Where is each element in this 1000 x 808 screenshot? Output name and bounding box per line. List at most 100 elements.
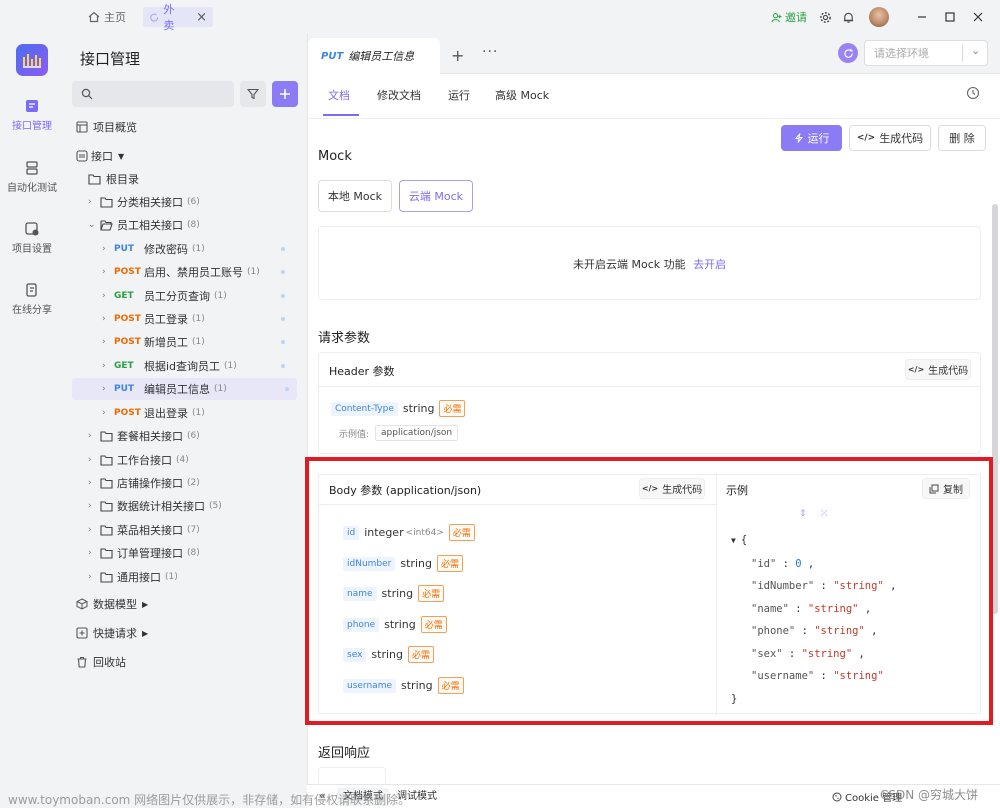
sidebar-item-root[interactable]: 根目录 — [88, 168, 139, 190]
header-params-panel: Header 参数 </> 生成代码 Content-Type string 必… — [318, 352, 981, 454]
tab-waimai[interactable]: 外卖 × — [143, 3, 213, 32]
minimize-icon[interactable] — [912, 7, 932, 27]
chevron-right-icon: › — [102, 244, 106, 254]
chevron-right-icon: › — [102, 361, 106, 371]
chevron-down-icon: ⌄ — [88, 220, 96, 230]
home-icon — [88, 11, 100, 23]
folder-row[interactable]: › 分类相关接口 (6) — [88, 191, 200, 213]
folder-row[interactable]: › 套餐相关接口 (6) — [88, 425, 200, 447]
folder-row[interactable]: › 店铺操作接口 (2) — [88, 472, 200, 494]
rail-item-label: 项目设置 — [12, 244, 52, 255]
overview-icon — [76, 121, 88, 133]
rail-item-api[interactable]: 接口管理 — [0, 98, 64, 132]
status-dot — [281, 270, 285, 274]
tab-home-label: 主页 — [104, 11, 126, 24]
sidebar: 接口管理 项目概览 接口 ▼ 根目录 › 分类相关接口 (6) ⌄ 员工相关接口(… — [64, 34, 307, 808]
folder-icon — [100, 430, 113, 442]
folder-row[interactable]: › 数据统计相关接口 (5) — [88, 495, 222, 517]
folder-icon — [100, 477, 113, 489]
endpoint-row[interactable]: › PUT 修改密码 (1) — [102, 238, 295, 260]
local-mock-button[interactable]: 本地 Mock — [318, 180, 392, 212]
endpoint-row[interactable]: › POST 员工登录 (1) — [102, 308, 295, 330]
subtab-doc[interactable]: 文档 — [328, 87, 350, 103]
sidebar-item-trash[interactable]: 回收站 — [76, 651, 126, 673]
chevron-right-icon: › — [102, 314, 106, 324]
tab-home[interactable]: 主页 — [82, 7, 132, 27]
sidebar-item-quick-request[interactable]: 快捷请求 ▶ — [76, 622, 148, 644]
rail-item-automation[interactable]: 自动化测试 — [0, 160, 64, 194]
sync-icon — [843, 48, 853, 58]
bell-icon[interactable] — [838, 7, 858, 27]
rail-item-label: 在线分享 — [12, 305, 52, 316]
endpoint-row-selected[interactable]: › PUT 编辑员工信息 (1) — [72, 378, 297, 400]
chevron-down-icon: ⌄ — [971, 44, 981, 57]
folder-row[interactable]: › 通用接口 (1) — [88, 566, 178, 588]
close-window-icon[interactable] — [968, 7, 988, 27]
sidebar-title: 接口管理 — [80, 50, 141, 68]
new-tab-icon[interactable]: + — [451, 46, 464, 65]
chevron-right-icon: › — [88, 197, 92, 207]
endpoint-row[interactable]: › POST 退出登录 (1) — [102, 402, 295, 424]
chevron-right-icon: › — [88, 455, 92, 465]
watermark-right: CSDN @穷城大饼 — [880, 788, 979, 802]
chevron-right-icon: › — [88, 501, 92, 511]
folder-row[interactable]: › 工作台接口 (4) — [88, 449, 189, 471]
method-badge: GET — [114, 291, 134, 301]
endpoint-row[interactable]: › POST 新增员工 (1) — [102, 331, 295, 353]
run-button[interactable]: 运行 — [781, 125, 842, 151]
filter-button[interactable] — [240, 81, 266, 107]
folder-icon — [100, 547, 113, 559]
response-title: 返回响应 — [318, 746, 371, 761]
folder-row[interactable]: › 菜品相关接口 (7) — [88, 519, 200, 541]
delete-button[interactable]: 删 除 — [938, 125, 986, 151]
cloud-mock-button[interactable]: 云端 Mock — [399, 180, 473, 212]
status-dot — [281, 364, 285, 368]
avatar[interactable] — [869, 7, 889, 27]
endpoint-row[interactable]: › GET 员工分页查询 (1) — [102, 285, 295, 307]
endpoint-row[interactable]: › GET 根据id查询员工 (1) — [102, 355, 295, 377]
settings-icon — [25, 222, 39, 236]
status-dot — [281, 317, 285, 321]
code-icon: </> — [907, 365, 925, 374]
chevron-right-icon: › — [102, 408, 106, 418]
env-sync-button[interactable] — [838, 43, 858, 63]
history-icon[interactable] — [966, 86, 980, 100]
rail-item-settings[interactable]: 项目设置 — [0, 221, 64, 255]
method-badge: POST — [114, 408, 141, 418]
doc-tab-active[interactable]: PUT 编辑员工信息 — [308, 38, 440, 74]
method-badge: GET — [114, 361, 134, 371]
invite-button[interactable]: 邀请 — [771, 9, 807, 25]
request-params-title: 请求参数 — [318, 331, 371, 346]
sidebar-item-overview[interactable]: 项目概览 — [76, 116, 137, 138]
folder-row[interactable]: › 订单管理接口 (8) — [88, 542, 200, 564]
header-gen-code-button[interactable]: </> 生成代码 — [905, 359, 971, 380]
chevron-right-icon: › — [88, 548, 92, 558]
mock-notice-text: 未开启云端 Mock 功能 — [573, 258, 686, 271]
subtab-advanced-mock[interactable]: 高级 Mock — [495, 87, 549, 103]
endpoint-row[interactable]: › POST 启用、禁用员工账号 (1) — [102, 261, 295, 283]
subtab-underline — [323, 114, 359, 116]
rail-item-label: 接口管理 — [12, 121, 52, 132]
more-icon[interactable]: ··· — [482, 44, 498, 60]
sidebar-item-data-model[interactable]: 数据模型 ▶ — [76, 593, 148, 615]
share-icon — [26, 283, 37, 297]
add-button[interactable] — [272, 81, 298, 107]
gen-code-button[interactable]: </> 生成代码 — [849, 125, 931, 151]
subtab-run[interactable]: 运行 — [448, 87, 470, 103]
status-dot — [281, 340, 285, 344]
rail-item-share[interactable]: 在线分享 — [0, 282, 64, 316]
maximize-icon[interactable] — [940, 7, 960, 27]
chevron-right-icon: › — [88, 431, 92, 441]
folder-row[interactable]: ⌄ 员工相关接口 (8) — [88, 214, 200, 236]
trash-icon — [77, 656, 87, 668]
sidebar-item-interfaces[interactable]: 接口 ▼ — [76, 145, 124, 167]
gear-icon[interactable] — [815, 7, 835, 27]
close-icon[interactable]: × — [196, 10, 207, 25]
folder-icon — [88, 173, 101, 185]
enable-cloud-mock-link[interactable]: 去开启 — [693, 258, 726, 271]
subtab-edit[interactable]: 修改文档 — [377, 87, 421, 103]
env-select[interactable]: 请选择环境 ⌄ — [864, 40, 988, 66]
example-value: application/json — [375, 425, 459, 441]
code-icon: </> — [856, 133, 876, 143]
sidebar-search-input[interactable] — [72, 81, 234, 107]
